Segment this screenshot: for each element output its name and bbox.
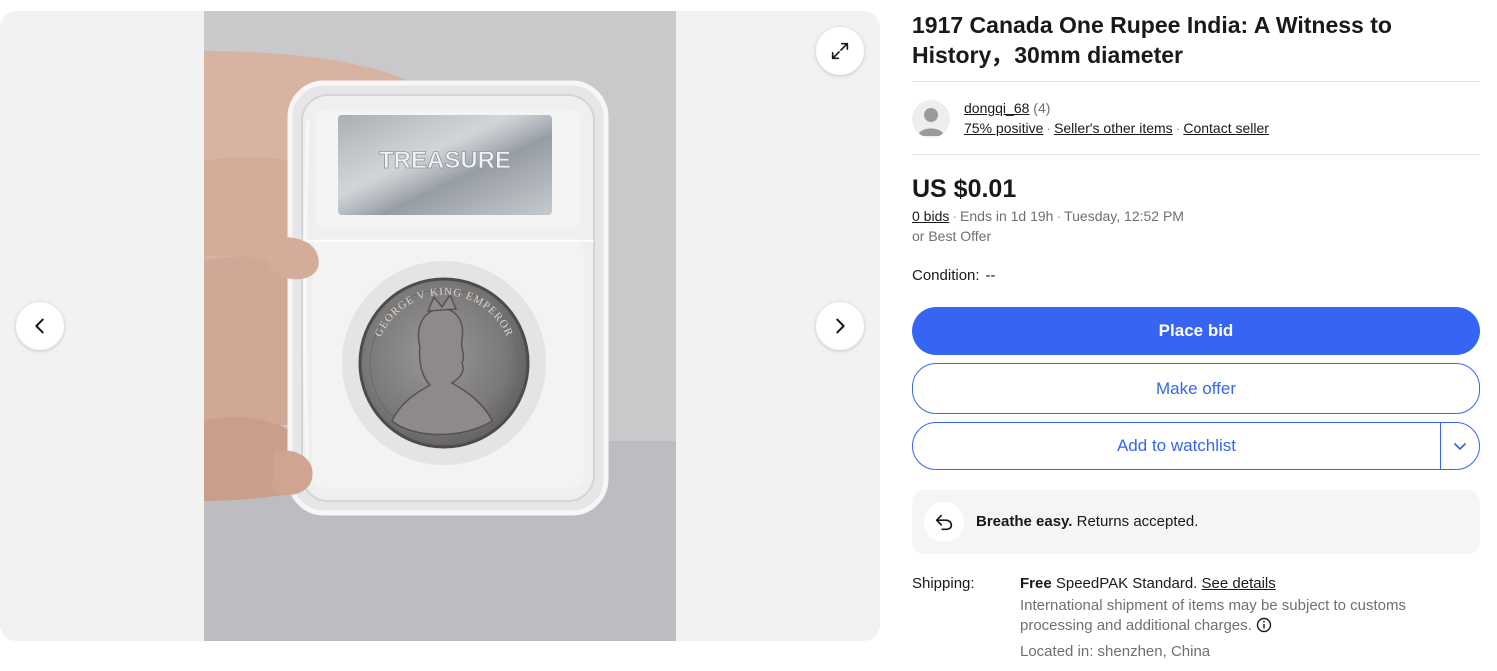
chevron-right-icon [836, 318, 845, 334]
end-time: Tuesday, 12:52 PM [1064, 208, 1184, 224]
coin-slab-illustration: TREASURE GEORGE V KING EMPEROR [204, 11, 676, 641]
divider [912, 81, 1480, 82]
seller-username-link[interactable]: dongqi_68 [964, 100, 1029, 116]
make-offer-button[interactable]: Make offer [912, 363, 1480, 414]
bids-count-link[interactable]: 0 bids [912, 208, 949, 224]
avatar[interactable] [912, 100, 950, 138]
returns-policy-text: Returns accepted. [1076, 513, 1199, 530]
product-photo[interactable]: TREASURE GEORGE V KING EMPEROR [204, 11, 676, 641]
seller-links: 75% positive · Seller's other items · Contac… [964, 120, 1269, 136]
feedback-count[interactable]: (4) [1033, 100, 1050, 116]
return-arrow-icon [924, 502, 964, 542]
shipping-cost: Free [1020, 575, 1052, 592]
positive-feedback-link[interactable]: 75% positive [964, 120, 1043, 136]
shipping-service: SpeedPAK Standard. [1055, 575, 1198, 592]
condition-value: -- [985, 267, 996, 284]
chevron-down-icon [1454, 443, 1466, 450]
info-icon[interactable] [1256, 617, 1272, 633]
shipping-details: Free SpeedPAK Standard. See details Inte… [1020, 574, 1480, 636]
next-image-button[interactable] [816, 302, 864, 350]
person-icon [918, 108, 944, 136]
bid-status: 0 bids · Ends in 1d 19h · Tuesday, 12:52 PM [912, 208, 1184, 224]
fullscreen-button[interactable] [816, 27, 864, 75]
best-offer-text: or Best Offer [912, 228, 992, 244]
returns-headline: Breathe easy. [976, 513, 1073, 530]
condition-row: Condition: -- [912, 267, 996, 285]
contact-seller-link[interactable]: Contact seller [1183, 120, 1269, 136]
time-left: Ends in 1d 19h [960, 208, 1054, 224]
watchlist-options-button[interactable] [1441, 423, 1479, 469]
seller-other-items-link[interactable]: Seller's other items [1054, 120, 1173, 136]
returns-banner: Breathe easy. Returns accepted. [912, 490, 1480, 554]
chevron-left-icon [35, 318, 44, 334]
condition-label: Condition: [912, 267, 980, 284]
see-details-link[interactable]: See details [1202, 575, 1276, 592]
slab-label-text: TREASURE [379, 147, 511, 174]
current-price: US $0.01 [912, 175, 1017, 203]
shipping-note: International shipment of items may be s… [1020, 597, 1407, 634]
divider [912, 154, 1480, 155]
seller-info: dongqi_68 (4) 75% positive · Seller's othe… [912, 98, 1480, 140]
previous-image-button[interactable] [16, 302, 64, 350]
add-to-watchlist-button[interactable]: Add to watchlist [913, 423, 1440, 469]
expand-icon [831, 42, 849, 60]
image-gallery: TREASURE GEORGE V KING EMPEROR [0, 11, 880, 641]
returns-message: Breathe easy. Returns accepted. [976, 512, 1198, 532]
listing-title: 1917 Canada One Rupee India: A Witness t… [912, 12, 1392, 68]
seller-name-line: dongqi_68 (4) [964, 99, 1050, 117]
shipping-label: Shipping: [912, 575, 975, 592]
place-bid-button[interactable]: Place bid [912, 307, 1480, 355]
item-location: Located in: shenzhen, China [1020, 643, 1211, 660]
watchlist-control: Add to watchlist [912, 422, 1480, 470]
